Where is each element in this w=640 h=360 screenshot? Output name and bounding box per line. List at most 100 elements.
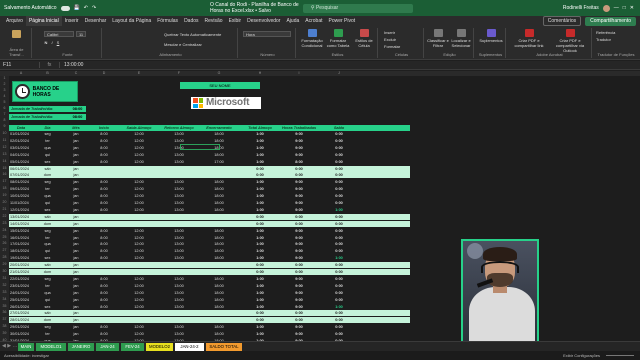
table-cell[interactable]: 0:00 <box>280 269 318 275</box>
table-cell[interactable]: 8:00 <box>280 159 318 165</box>
table-cell[interactable]: 13:00 <box>160 276 198 282</box>
table-cell[interactable]: 1:00 <box>318 304 360 310</box>
table-cell[interactable]: 18:00 <box>198 138 240 144</box>
table-cell[interactable]: jan <box>62 297 90 303</box>
table-cell[interactable]: 12:00 <box>118 159 160 165</box>
table-cell[interactable]: 12:00 <box>118 200 160 206</box>
table-cell[interactable]: 27/01/2024 <box>9 310 33 316</box>
table-cell[interactable]: seg <box>33 276 62 282</box>
undo-icon[interactable]: ↶ <box>84 5 88 11</box>
table-cell[interactable]: jan <box>62 331 90 337</box>
table-cell[interactable]: 30/01/2024 <box>9 331 33 337</box>
table-cell[interactable]: 13:00 <box>160 228 198 234</box>
table-cell[interactable]: jan <box>62 262 90 268</box>
font-name-select[interactable]: Calibri <box>44 31 74 37</box>
table-cell[interactable]: 1:00 <box>240 186 280 192</box>
table-cell[interactable]: 9:00 <box>280 331 318 337</box>
table-cell[interactable]: 8:00 <box>90 241 118 247</box>
table-cell[interactable]: 12:00 <box>118 297 160 303</box>
table-row[interactable]: 17/01/2024 qua jan 8:00 12:00 13:00 18:00 1:00 9… <box>9 241 410 247</box>
table-cell[interactable]: 9:00 <box>280 200 318 206</box>
table-cell[interactable]: 18:00 <box>198 297 240 303</box>
table-cell[interactable]: 0:00 <box>318 200 360 206</box>
table-row[interactable]: 10/01/2024 qua jan 8:00 12:00 13:00 18:00 1:00 9… <box>9 193 410 199</box>
table-cell[interactable]: 0:00 <box>240 310 280 316</box>
row-number[interactable]: 15 <box>0 166 9 170</box>
table-cell[interactable]: 12:00 <box>118 304 160 310</box>
table-cell[interactable]: 12/01/2024 <box>9 207 33 213</box>
table-cell[interactable]: 18:00 <box>198 324 240 330</box>
table-cell[interactable]: 24/01/2024 <box>9 290 33 296</box>
row-number[interactable]: 37 <box>0 317 9 321</box>
table-cell[interactable]: dom <box>33 221 62 227</box>
table-cell[interactable]: 9:00 <box>280 138 318 144</box>
table-cell[interactable]: 03/01/2024 <box>9 145 33 151</box>
table-cell[interactable]: 8:00 <box>90 331 118 337</box>
row-number[interactable]: 12 <box>0 145 9 149</box>
menu-tab[interactable]: Power Pivot <box>326 16 359 26</box>
font-size-select[interactable]: 11 <box>76 31 86 37</box>
table-cell[interactable]: jan <box>62 159 90 165</box>
table-cell[interactable]: qui <box>33 297 62 303</box>
table-cell[interactable]: jan <box>62 179 90 185</box>
table-cell[interactable]: 25/01/2024 <box>9 297 33 303</box>
table-cell[interactable]: 17/01/2024 <box>9 241 33 247</box>
table-cell[interactable]: sáb <box>33 262 62 268</box>
table-cell[interactable]: 22/01/2024 <box>9 276 33 282</box>
save-icon[interactable]: 💾 <box>74 5 80 11</box>
table-cell[interactable]: sex <box>33 207 62 213</box>
table-cell[interactable]: qui <box>33 248 62 254</box>
table-cell[interactable]: 1:00 <box>318 255 360 261</box>
table-cell[interactable]: 8:00 <box>90 248 118 254</box>
table-cell[interactable]: 19/01/2024 <box>9 255 33 261</box>
seu-nome-cell[interactable]: SEU NOME <box>180 82 260 89</box>
row-number[interactable]: 32 <box>0 283 9 287</box>
table-row[interactable]: 28/01/2024 dom jan 0:00 0:00 0:00 <box>9 317 410 324</box>
table-row[interactable]: 27/01/2024 sáb jan 0:00 0:00 0:00 <box>9 310 410 317</box>
table-cell[interactable]: 8:00 <box>90 283 118 289</box>
row-number[interactable]: 5 <box>0 100 9 104</box>
format-table-button[interactable]: Formatar como Tabela <box>325 29 351 48</box>
table-cell[interactable]: 8:00 <box>90 186 118 192</box>
table-cell[interactable]: 13:00 <box>160 304 198 310</box>
table-cell[interactable]: 12:00 <box>118 131 160 137</box>
table-cell[interactable]: ter <box>33 283 62 289</box>
menu-tab[interactable]: Desenhar <box>82 16 110 26</box>
table-cell[interactable]: 0:00 <box>280 172 318 178</box>
create-pdf-button[interactable]: Criar PDF e compartilhar link <box>510 29 548 48</box>
table-cell[interactable]: jan <box>62 131 90 137</box>
table-cell[interactable]: jan <box>62 317 90 323</box>
table-cell[interactable]: jan <box>62 221 90 227</box>
table-cell[interactable]: 1:00 <box>240 138 280 144</box>
table-cell[interactable]: seg <box>33 228 62 234</box>
translator-button[interactable]: Tradutor <box>596 37 636 42</box>
table-cell[interactable]: sáb <box>33 310 62 316</box>
table-cell[interactable]: sáb <box>33 166 62 172</box>
cell-styles-button[interactable]: Estilos de Célula <box>351 29 377 48</box>
table-cell[interactable]: 1:00 <box>240 331 280 337</box>
table-cell[interactable]: jan <box>62 248 90 254</box>
table-cell[interactable]: 18:00 <box>198 228 240 234</box>
table-cell[interactable]: ter <box>33 331 62 337</box>
table-cell[interactable]: 1:00 <box>240 145 280 151</box>
table-cell[interactable]: 0:00 <box>318 283 360 289</box>
table-cell[interactable]: 29/01/2024 <box>9 324 33 330</box>
table-cell[interactable]: 18:00 <box>198 276 240 282</box>
table-cell[interactable]: jan <box>62 152 90 158</box>
table-cell[interactable]: 9:00 <box>280 228 318 234</box>
table-cell[interactable]: 0:00 <box>318 186 360 192</box>
table-cell[interactable]: jan <box>62 186 90 192</box>
table-cell[interactable]: dom <box>33 172 62 178</box>
row-number[interactable]: 31 <box>0 276 9 280</box>
table-cell[interactable]: jan <box>62 290 90 296</box>
table-row[interactable]: 08/01/2024 seg jan 8:00 12:00 13:00 18:00 1:00 9… <box>9 179 410 185</box>
table-cell[interactable]: 9:00 <box>280 283 318 289</box>
table-row[interactable]: 15/01/2024 seg jan 8:00 12:00 13:00 18:00 1:00 9… <box>9 228 410 234</box>
table-row[interactable]: 19/01/2024 sex jan 8:00 12:00 13:00 18:00 1:00 9… <box>9 255 410 261</box>
avatar[interactable] <box>602 4 610 12</box>
table-cell[interactable]: 8:00 <box>90 193 118 199</box>
table-cell[interactable]: 0:00 <box>318 221 360 227</box>
table-row[interactable]: 13/01/2024 sáb jan 0:00 0:00 0:00 <box>9 213 410 220</box>
table-row[interactable]: 18/01/2024 qui jan 8:00 12:00 13:00 18:00 1:00 9… <box>9 248 410 254</box>
conditional-format-button[interactable]: Formatação Condicional <box>299 29 325 48</box>
